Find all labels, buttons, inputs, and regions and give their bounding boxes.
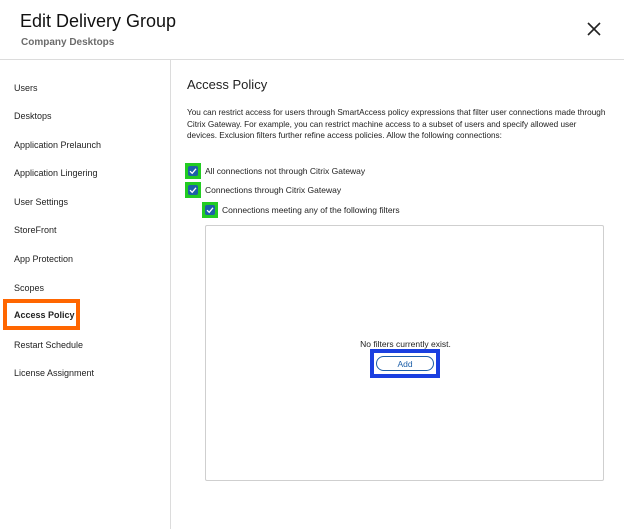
sidebar-item-storefront[interactable]: StoreFront — [14, 224, 57, 236]
checkbox-fill — [205, 205, 215, 215]
empty-filters-message: No filters currently exist. — [360, 339, 451, 349]
filter-list-panel: No filters currently exist. Add — [205, 225, 604, 481]
checkbox-fill — [188, 185, 198, 195]
checkbox-label-not-through-gateway: All connections not through Citrix Gatew… — [205, 166, 366, 176]
checkbox-label-meeting-filters: Connections meeting any of the following… — [222, 205, 400, 215]
sidebar-item-users[interactable]: Users — [14, 82, 38, 94]
checkbox-through-gateway[interactable] — [185, 182, 201, 198]
dialog-subtitle: Company Desktops — [21, 37, 115, 48]
dialog-title: Edit Delivery Group — [20, 11, 177, 31]
sidebar-item-access-policy[interactable]: Access Policy — [3, 299, 80, 330]
sidebar-item-restart-schedule[interactable]: Restart Schedule — [14, 339, 83, 351]
edit-delivery-group-dialog: Edit Delivery Group Company Desktops Use… — [0, 0, 624, 529]
dialog-header: Edit Delivery Group Company Desktops — [0, 0, 624, 60]
checkbox-row-not-through-gateway: All connections not through Citrix Gatew… — [185, 163, 365, 179]
checkbox-not-through-gateway[interactable] — [185, 163, 201, 179]
sidebar-item-application-lingering[interactable]: Application Lingering — [14, 167, 98, 179]
add-button-highlight: Add — [370, 349, 440, 378]
check-icon — [189, 168, 197, 175]
sidebar-item-scopes[interactable]: Scopes — [14, 282, 44, 294]
checkbox-fill — [188, 166, 198, 176]
sidebar-item-app-protection[interactable]: App Protection — [14, 253, 73, 265]
checkbox-row-meeting-filters: Connections meeting any of the following… — [202, 202, 400, 218]
section-title: Access Policy — [187, 77, 268, 92]
close-icon — [587, 22, 601, 36]
access-policy-description: You can restrict access for users throug… — [187, 108, 606, 140]
checkbox-row-through-gateway: Connections through Citrix Gateway — [185, 182, 341, 198]
add-filter-button[interactable]: Add — [376, 356, 434, 371]
sidebar-item-user-settings[interactable]: User Settings — [14, 196, 68, 208]
sidebar-nav: Users Desktops Application Prelaunch App… — [0, 60, 171, 529]
check-icon — [206, 207, 214, 214]
sidebar-item-license-assignment[interactable]: License Assignment — [14, 367, 94, 379]
close-button[interactable] — [583, 18, 605, 40]
checkbox-meeting-filters[interactable] — [202, 202, 218, 218]
sidebar-item-application-prelaunch[interactable]: Application Prelaunch — [14, 139, 101, 151]
checkbox-label-through-gateway: Connections through Citrix Gateway — [205, 185, 342, 195]
main-content: Access Policy You can restrict access fo… — [172, 60, 624, 529]
sidebar-item-desktops[interactable]: Desktops — [14, 110, 52, 122]
check-icon — [189, 187, 197, 194]
